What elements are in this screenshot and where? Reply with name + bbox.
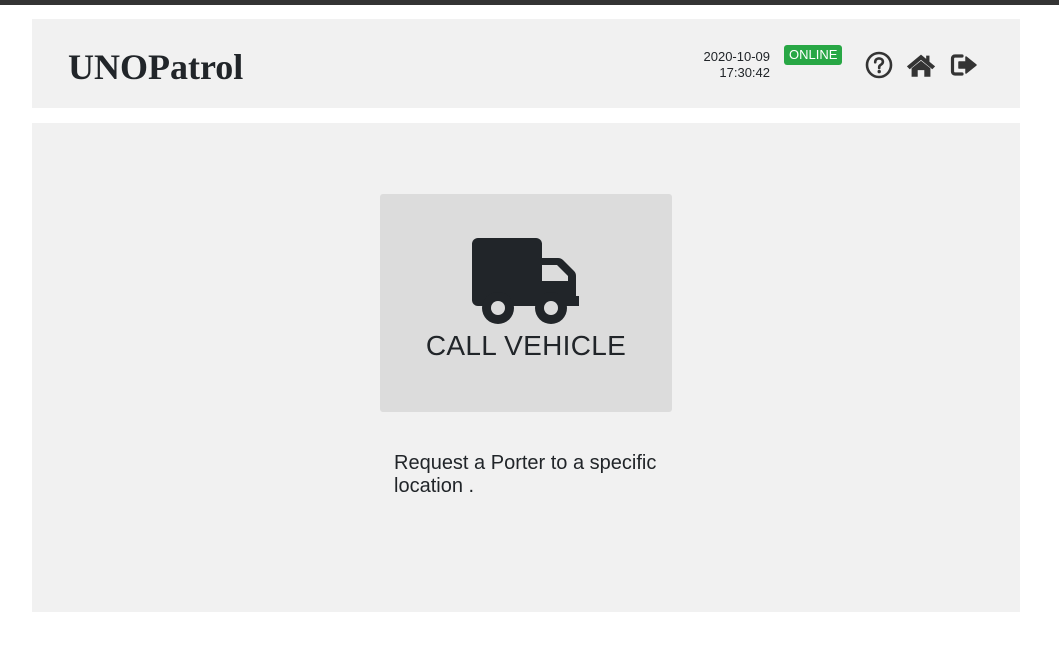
- datetime: 2020-10-09 17:30:42: [704, 49, 771, 81]
- call-vehicle-label: CALL VEHICLE: [425, 330, 627, 361]
- call-vehicle-description: Request a Porter to a specific location …: [394, 452, 657, 497]
- app-title: UNOPatrol: [68, 47, 244, 87]
- truck-icon: [472, 236, 580, 329]
- help-icon[interactable]: [863, 49, 895, 81]
- main-panel: CALL VEHICLE Request a Porter to a speci…: [32, 123, 1020, 612]
- home-icon[interactable]: [905, 49, 937, 81]
- call-vehicle-button[interactable]: CALL VEHICLE: [380, 194, 672, 412]
- header: UNOPatrol 2020-10-09 17:30:42 ONLINE: [32, 19, 1020, 108]
- date-text: 2020-10-09: [703, 49, 771, 64]
- top-bar: [0, 0, 1059, 5]
- time-text: 17:30:42: [719, 65, 770, 80]
- status-badge: ONLINE: [784, 45, 843, 65]
- logout-icon[interactable]: [949, 49, 981, 81]
